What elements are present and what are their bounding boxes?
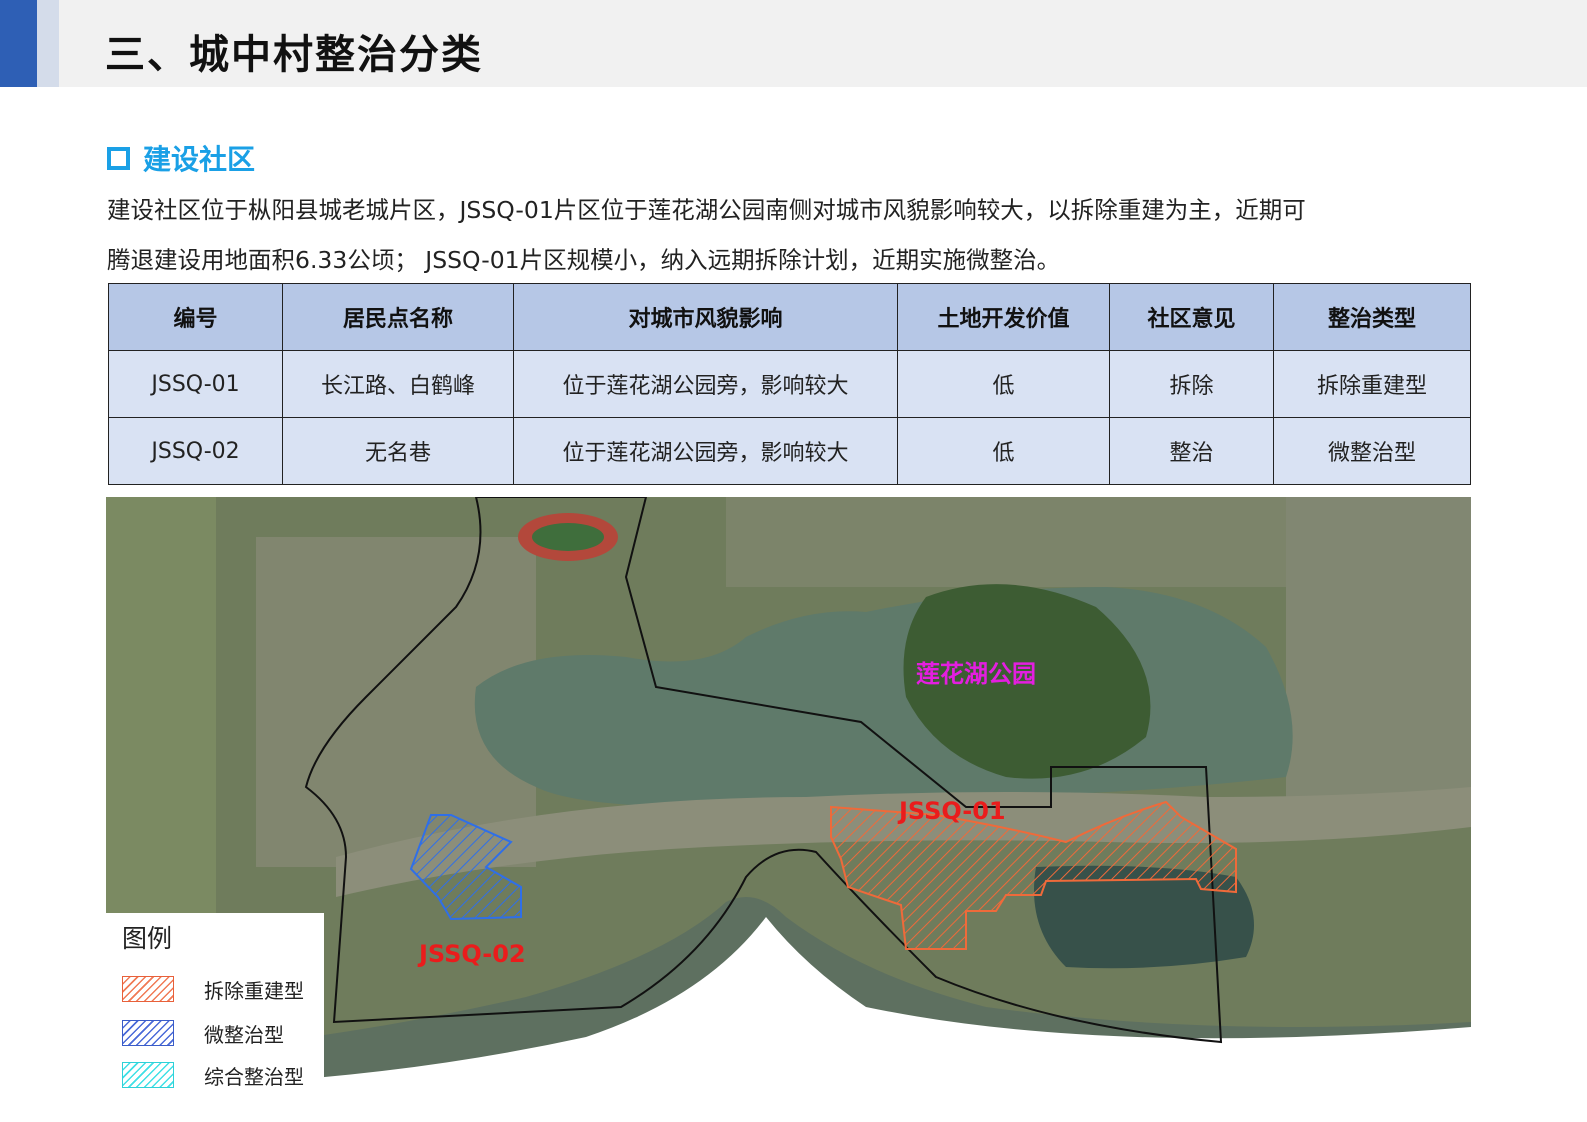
- legend-item: 综合整治型: [122, 1061, 304, 1089]
- map-legend: 图例 拆除重建型 微整治型 综合整治型: [106, 913, 324, 1099]
- header-bar: 三、城中村整治分类: [0, 0, 1587, 87]
- legend-swatch-red: [122, 976, 174, 1002]
- description-paragraph: 建设社区位于枞阳县城老城片区，JSSQ-01片区位于莲花湖公园南侧对城市风貌影响…: [107, 185, 1477, 285]
- zone-label-jssq-01: JSSQ-01: [899, 797, 1006, 825]
- table-header-cell: 社区意见: [1109, 283, 1274, 351]
- legend-label: 综合整治型: [204, 1064, 304, 1089]
- legend-swatch-blue: [122, 1020, 174, 1046]
- legend-item: 拆除重建型: [122, 975, 304, 1003]
- square-bullet-icon: [107, 146, 130, 170]
- table-header-cell: 整治类型: [1273, 283, 1471, 351]
- table-header-cell: 土地开发价值: [897, 283, 1110, 351]
- header-accent-dark: [0, 0, 37, 87]
- table-cell: 无名巷: [282, 417, 514, 485]
- header-accent-light: [37, 0, 59, 87]
- legend-label: 微整治型: [204, 1022, 284, 1047]
- table-cell: 低: [897, 350, 1110, 418]
- legend-title: 图例: [122, 924, 173, 953]
- table-cell: 拆除重建型: [1273, 350, 1471, 418]
- table-row: JSSQ-01 长江路、白鹤峰 位于莲花湖公园旁，影响较大 低 拆除 拆除重建型: [108, 350, 1471, 418]
- legend-label: 拆除重建型: [204, 978, 304, 1003]
- satellite-map: 莲花湖公园 JSSQ-01 JSSQ-02 图例 拆除重建型 微整治型 综合整治…: [106, 497, 1471, 1099]
- farmland-west: [106, 497, 216, 917]
- table-cell: 拆除: [1109, 350, 1274, 418]
- table-header-cell: 对城市风貌影响: [513, 283, 898, 351]
- table-header-cell: 编号: [108, 283, 283, 351]
- description-line-2: 腾退建设用地面积6.33公顷； JSSQ-01片区规模小，纳入远期拆除计划，近期…: [107, 246, 1061, 274]
- legend-item: 微整治型: [122, 1019, 284, 1047]
- table-cell: 微整治型: [1273, 417, 1471, 485]
- urban-block-east: [1286, 497, 1471, 797]
- page-title: 三、城中村整治分类: [105, 32, 483, 78]
- description-line-1: 建设社区位于枞阳县城老城片区，JSSQ-01片区位于莲花湖公园南侧对城市风貌影响…: [107, 196, 1306, 224]
- urban-block-north: [726, 497, 1286, 587]
- table-cell: 整治: [1109, 417, 1274, 485]
- table-header-row: 编号 居民点名称 对城市风貌影响 土地开发价值 社区意见 整治类型: [108, 283, 1471, 351]
- table-cell: 长江路、白鹤峰: [282, 350, 514, 418]
- park-label: 莲花湖公园: [916, 660, 1036, 688]
- table-row: JSSQ-02 无名巷 位于莲花湖公园旁，影响较大 低 整治 微整治型: [108, 417, 1471, 485]
- legend-swatch-cyan: [122, 1062, 174, 1088]
- table-cell: 低: [897, 417, 1110, 485]
- table-cell: 位于莲花湖公园旁，影响较大: [513, 417, 898, 485]
- table-header-cell: 居民点名称: [282, 283, 514, 351]
- section-heading: 建设社区: [107, 138, 255, 178]
- zone-label-jssq-02: JSSQ-02: [419, 940, 526, 968]
- table-cell: JSSQ-02: [108, 417, 283, 485]
- table-cell: JSSQ-01: [108, 350, 283, 418]
- table-cell: 位于莲花湖公园旁，影响较大: [513, 350, 898, 418]
- settlement-table: 编号 居民点名称 对城市风貌影响 土地开发价值 社区意见 整治类型 JSSQ-0…: [108, 283, 1471, 485]
- section-heading-text: 建设社区: [143, 143, 256, 176]
